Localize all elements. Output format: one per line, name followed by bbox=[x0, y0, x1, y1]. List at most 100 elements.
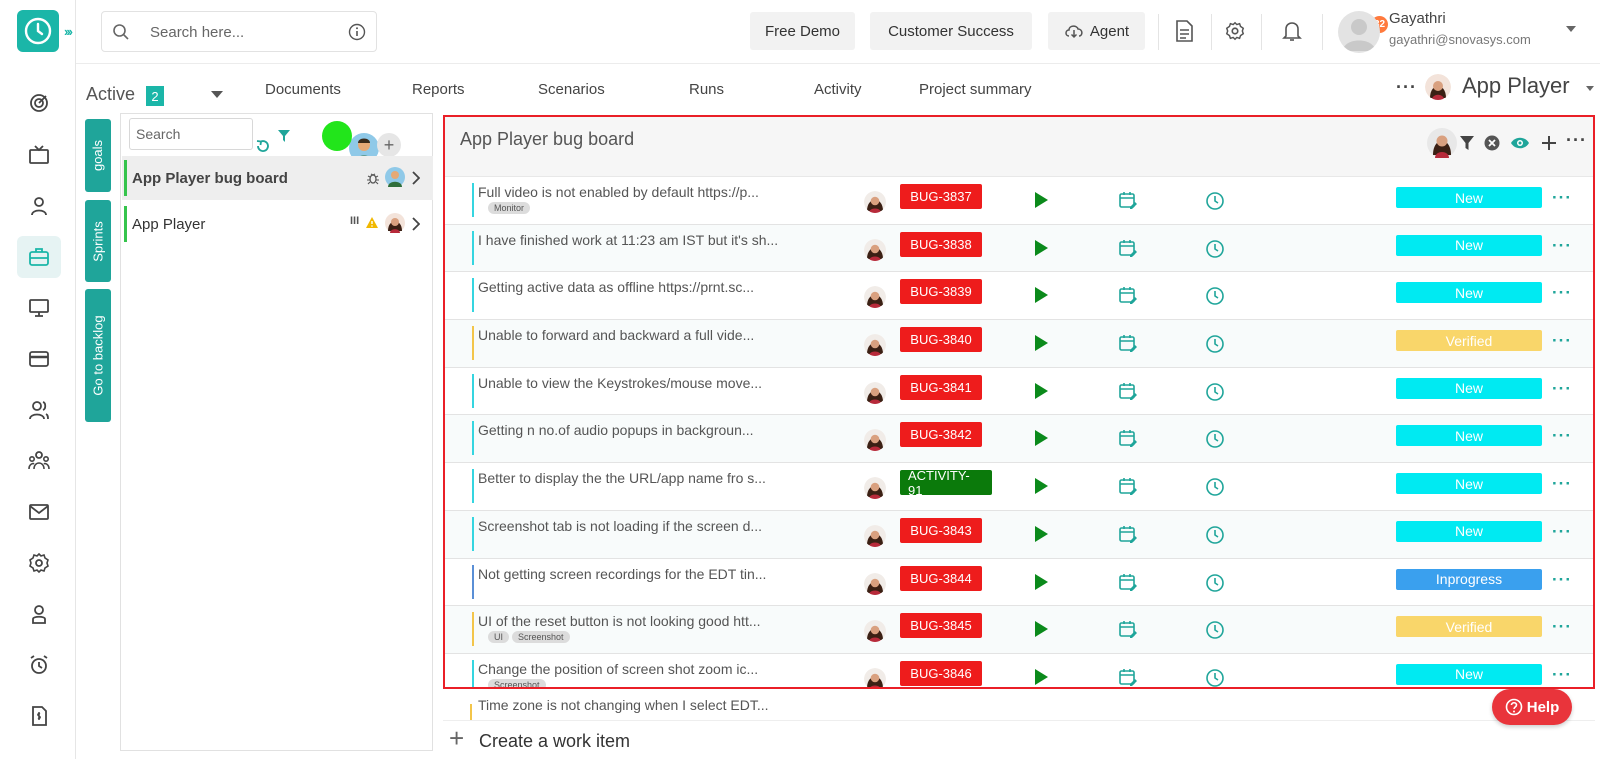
rail-settings-icon[interactable] bbox=[17, 542, 61, 584]
rail-account-icon[interactable] bbox=[17, 593, 61, 635]
global-search-input[interactable] bbox=[150, 21, 330, 43]
assignee-avatar[interactable] bbox=[864, 429, 886, 452]
table-row[interactable]: Unable to forward and backward a full vi… bbox=[445, 320, 1593, 368]
row-more-icon[interactable]: ··· bbox=[1552, 236, 1572, 256]
rail-team-icon[interactable] bbox=[17, 389, 61, 431]
assignee-avatar[interactable] bbox=[864, 381, 886, 404]
clock-icon[interactable] bbox=[1205, 286, 1225, 306]
work-item-title[interactable]: Time zone is not changing when I select … bbox=[478, 700, 769, 713]
work-item-id-badge[interactable]: BUG-3843 bbox=[900, 517, 982, 543]
work-item-title[interactable]: Getting n no.of audio popups in backgrou… bbox=[478, 422, 786, 438]
work-item-id-badge[interactable]: BUG-3840 bbox=[900, 327, 982, 353]
clock-icon[interactable] bbox=[1205, 429, 1225, 449]
table-row[interactable]: Not getting screen recordings for the ED… bbox=[445, 559, 1593, 607]
tab-reports[interactable]: Reports bbox=[412, 81, 465, 98]
row-more-icon[interactable]: ··· bbox=[1552, 617, 1572, 637]
clock-icon[interactable] bbox=[1205, 525, 1225, 545]
play-icon[interactable] bbox=[1035, 430, 1048, 447]
tag-chip[interactable]: Monitor bbox=[488, 202, 531, 214]
work-item-id-badge[interactable]: BUG-3841 bbox=[900, 374, 982, 400]
play-icon[interactable] bbox=[1035, 573, 1048, 590]
expand-rail-icon[interactable]: ››› bbox=[64, 24, 73, 39]
calendar-edit-icon[interactable] bbox=[1118, 667, 1138, 687]
calendar-edit-icon[interactable] bbox=[1118, 572, 1138, 592]
clear-filter-icon[interactable] bbox=[1484, 135, 1500, 151]
tag-chip[interactable]: Screenshot bbox=[488, 678, 546, 687]
clock-icon[interactable] bbox=[1205, 620, 1225, 640]
calendar-edit-icon[interactable] bbox=[1118, 428, 1138, 448]
project-more-icon[interactable]: ··· bbox=[1396, 77, 1417, 98]
assignee-avatar[interactable] bbox=[864, 286, 886, 309]
work-item-title[interactable]: I have finished work at 11:23 am IST but… bbox=[478, 232, 786, 248]
rail-dashboard-icon[interactable] bbox=[17, 82, 61, 124]
table-row[interactable]: Full video is not enabled by default htt… bbox=[445, 177, 1593, 225]
assignee-avatar[interactable] bbox=[864, 238, 886, 261]
assignee-avatar[interactable] bbox=[864, 477, 886, 500]
bell-icon[interactable] bbox=[1277, 16, 1307, 46]
status-badge[interactable]: New bbox=[1396, 663, 1542, 685]
board-owner-avatar[interactable] bbox=[1427, 128, 1457, 158]
status-badge[interactable]: New bbox=[1396, 282, 1542, 304]
rail-invoice-icon[interactable] bbox=[17, 695, 61, 737]
table-row[interactable]: Better to display the the URL/app name f… bbox=[445, 463, 1593, 511]
tag-chip[interactable]: UI bbox=[488, 631, 509, 644]
assignee-avatar[interactable] bbox=[864, 620, 886, 643]
work-item-title[interactable]: Better to display the the URL/app name f… bbox=[478, 470, 786, 486]
tab-scenarios[interactable]: Scenarios bbox=[538, 81, 605, 98]
more-options-icon[interactable]: ··· bbox=[1566, 130, 1587, 151]
calendar-edit-icon[interactable] bbox=[1118, 190, 1138, 210]
backlog-side-tab[interactable]: Go to backlog bbox=[85, 289, 111, 422]
tag-chip[interactable]: Screenshot bbox=[512, 631, 570, 644]
project-owner-avatar[interactable] bbox=[1425, 74, 1451, 100]
play-icon[interactable] bbox=[1035, 335, 1048, 352]
chevron-right-icon[interactable] bbox=[412, 217, 420, 231]
status-badge[interactable]: New bbox=[1396, 377, 1542, 399]
assignee-avatar[interactable] bbox=[864, 191, 886, 213]
calendar-edit-icon[interactable] bbox=[1118, 619, 1138, 639]
assignee-avatar[interactable] bbox=[864, 572, 886, 595]
goal-search-input[interactable] bbox=[129, 118, 253, 150]
rail-mail-icon[interactable] bbox=[17, 491, 61, 533]
play-icon[interactable] bbox=[1035, 525, 1048, 542]
row-more-icon[interactable]: ··· bbox=[1552, 474, 1572, 494]
status-badge[interactable]: Inprogress bbox=[1396, 568, 1542, 590]
rail-alarm-icon[interactable] bbox=[17, 644, 61, 686]
settings-icon[interactable] bbox=[1220, 16, 1250, 46]
calendar-edit-icon[interactable] bbox=[1118, 285, 1138, 305]
play-icon[interactable] bbox=[1035, 287, 1048, 304]
row-more-icon[interactable]: ··· bbox=[1552, 665, 1572, 685]
add-icon[interactable] bbox=[1541, 135, 1557, 151]
work-item-id-badge[interactable]: BUG-3842 bbox=[900, 422, 982, 448]
rail-monitor-icon[interactable] bbox=[17, 287, 61, 329]
work-item-id-badge[interactable]: BUG-3846 bbox=[900, 660, 982, 686]
goal-item[interactable]: App Player III bbox=[122, 202, 433, 246]
work-item-title[interactable]: UI of the reset button is not looking go… bbox=[478, 613, 786, 629]
row-more-icon[interactable]: ··· bbox=[1552, 283, 1572, 303]
rail-card-icon[interactable] bbox=[17, 338, 61, 380]
table-row[interactable]: I have finished work at 11:23 am IST but… bbox=[445, 224, 1593, 273]
work-item-title[interactable]: Change the position of screen shot zoom … bbox=[478, 661, 786, 677]
work-item-title[interactable]: Unable to forward and backward a full vi… bbox=[478, 327, 786, 343]
clock-icon[interactable] bbox=[1205, 191, 1225, 211]
info-icon[interactable] bbox=[348, 23, 366, 41]
documents-icon[interactable] bbox=[1169, 16, 1199, 46]
app-logo[interactable] bbox=[17, 10, 59, 52]
play-icon[interactable] bbox=[1035, 621, 1048, 638]
assignee-avatar[interactable] bbox=[864, 334, 886, 357]
clock-icon[interactable] bbox=[1205, 382, 1225, 402]
work-item-title[interactable]: Not getting screen recordings for the ED… bbox=[478, 566, 786, 582]
rail-projects-icon[interactable] bbox=[17, 236, 61, 278]
help-button[interactable]: Help bbox=[1492, 689, 1572, 725]
calendar-edit-icon[interactable] bbox=[1118, 333, 1138, 353]
row-more-icon[interactable]: ··· bbox=[1552, 426, 1572, 446]
play-icon[interactable] bbox=[1035, 478, 1048, 495]
row-more-icon[interactable]: ··· bbox=[1552, 522, 1572, 542]
status-badge[interactable]: New bbox=[1396, 234, 1542, 256]
table-row[interactable]: Screenshot tab is not loading if the scr… bbox=[445, 510, 1593, 559]
refresh-icon[interactable] bbox=[255, 138, 271, 154]
row-more-icon[interactable]: ··· bbox=[1552, 331, 1572, 351]
work-item-id-badge[interactable]: ACTIVITY-91 bbox=[900, 468, 992, 498]
free-demo-button[interactable]: Free Demo bbox=[750, 12, 855, 50]
rail-org-icon[interactable] bbox=[17, 440, 61, 482]
project-name[interactable]: App Player bbox=[1462, 73, 1570, 99]
